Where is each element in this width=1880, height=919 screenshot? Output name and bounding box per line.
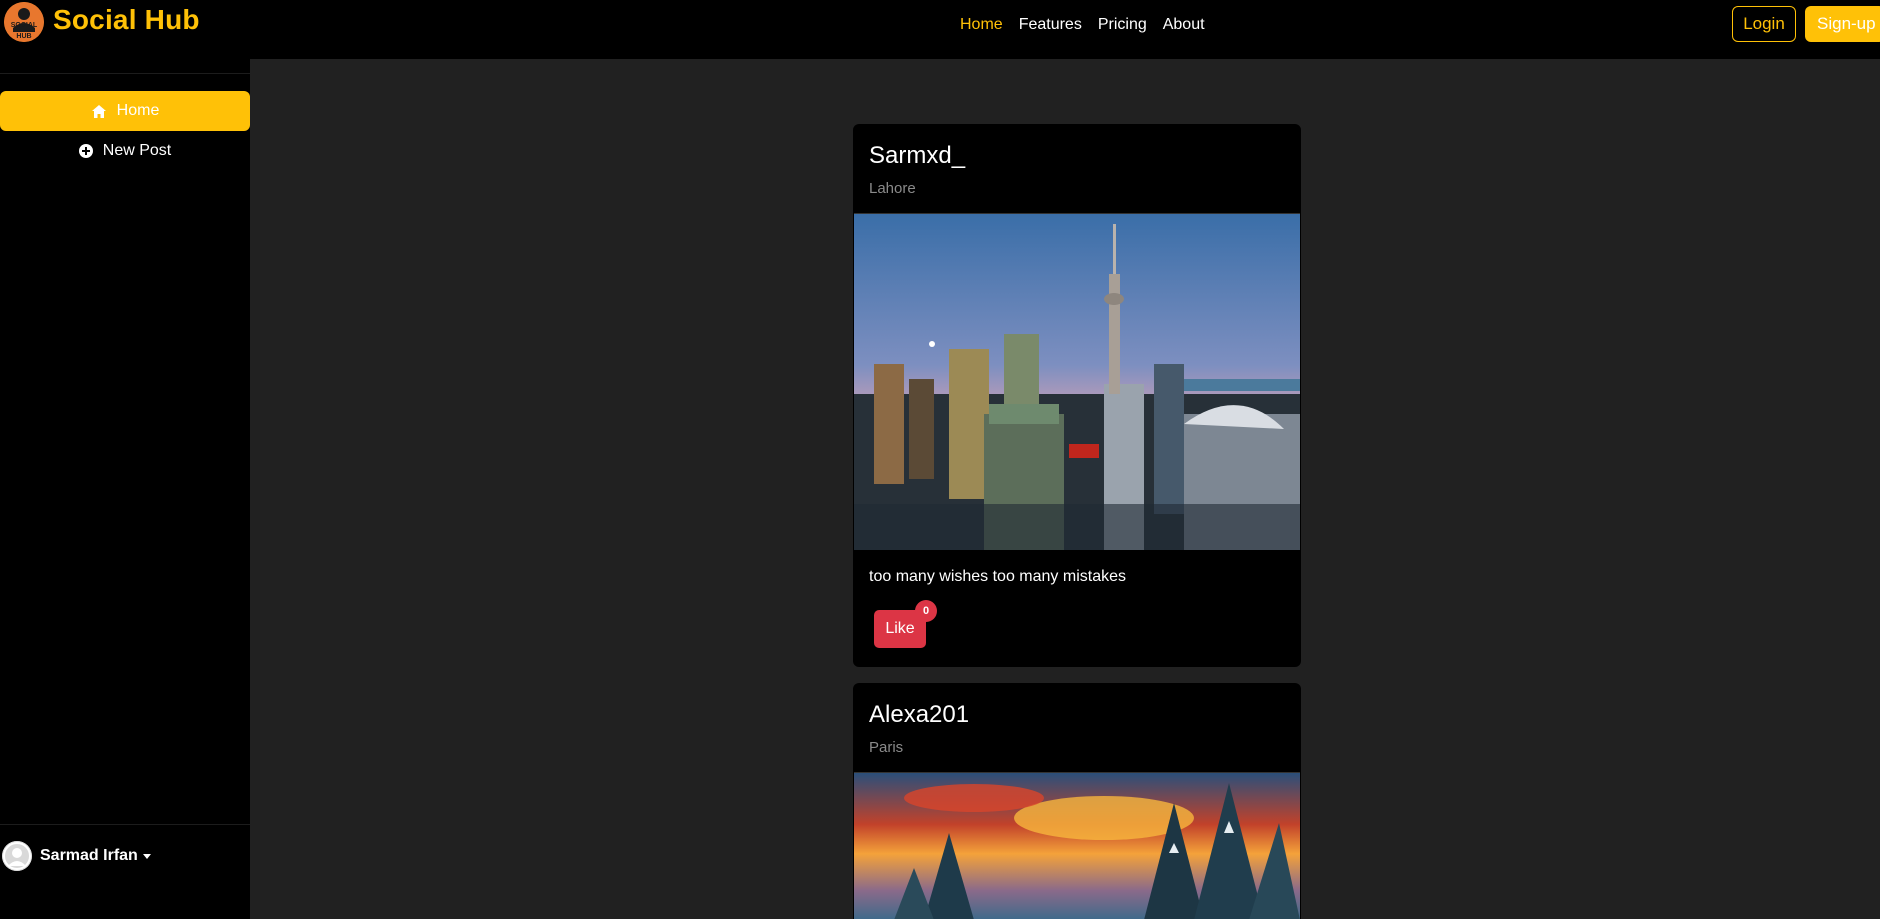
svg-text:HUB: HUB	[16, 33, 31, 40]
nav-links: Home Features Pricing About	[952, 14, 1213, 36]
sidebar-item-new-post[interactable]: New Post	[0, 131, 250, 171]
post-username[interactable]: Sarmxd_	[869, 142, 965, 170]
nav-link-pricing[interactable]: Pricing	[1090, 14, 1155, 36]
login-button[interactable]: Login	[1732, 6, 1796, 42]
brand-name: Social Hub	[53, 4, 200, 35]
brand-logo: SOCIAL HUB	[4, 2, 44, 42]
plus-circle-icon	[78, 144, 93, 158]
like-count-badge: 0	[915, 600, 937, 622]
sidebar-divider	[0, 73, 250, 74]
nav-link-features[interactable]: Features	[1011, 14, 1090, 36]
post-username[interactable]: Alexa201	[869, 701, 969, 729]
nav-link-about[interactable]: About	[1155, 14, 1213, 36]
post-image[interactable]	[854, 772, 1300, 919]
post-card: Sarmxd_ Lahore too many wishes too many …	[853, 124, 1301, 667]
post-location: Lahore	[869, 180, 916, 197]
post-caption: too many wishes too many mistakes	[869, 568, 1126, 585]
post-card: Alexa201 Paris	[853, 683, 1301, 919]
signup-button[interactable]: Sign-up	[1805, 6, 1880, 42]
top-navbar: SOCIAL HUB Social Hub Home Features Pric…	[0, 0, 1880, 59]
svg-text:SOCIAL: SOCIAL	[11, 22, 38, 29]
sidebar-item-home[interactable]: Home	[0, 91, 250, 131]
nav-link-home[interactable]: Home	[952, 14, 1011, 36]
sidebar-divider	[0, 824, 250, 825]
sidebar: Home New Post Sarmad Irfan	[0, 59, 250, 919]
brand[interactable]: SOCIAL HUB Social Hub	[4, 2, 200, 42]
home-icon	[91, 104, 107, 119]
user-menu[interactable]: Sarmad Irfan	[0, 836, 250, 876]
post-image[interactable]	[854, 213, 1300, 550]
post-location: Paris	[869, 739, 904, 756]
avatar	[2, 841, 32, 871]
sidebar-item-label: Home	[116, 102, 160, 119]
sidebar-item-label: New Post	[102, 142, 172, 159]
caret-down-icon	[142, 853, 151, 859]
user-name: Sarmad Irfan	[40, 847, 138, 864]
